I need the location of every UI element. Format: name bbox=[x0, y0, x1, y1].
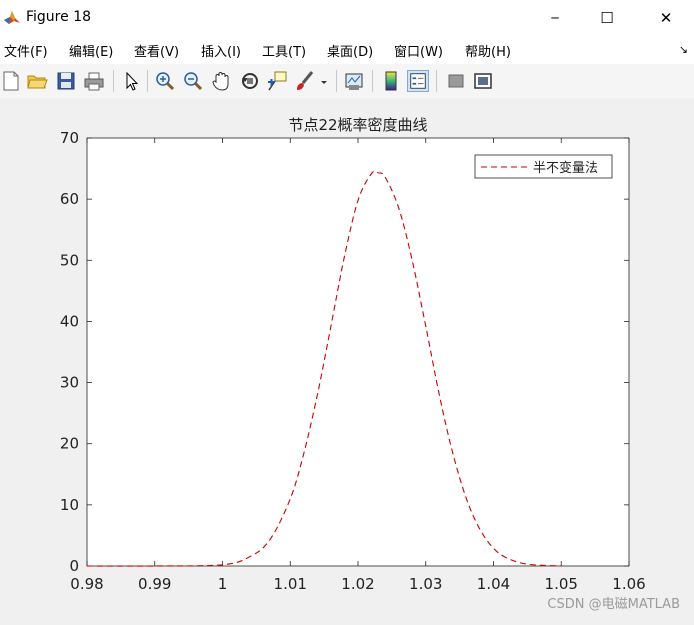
menu-edit[interactable]: 编辑(E) bbox=[69, 41, 113, 60]
close-button[interactable]: ✕ bbox=[643, 0, 689, 36]
open-file-icon[interactable] bbox=[26, 70, 48, 92]
maximize-icon: ☐ bbox=[600, 9, 614, 27]
x-tick-label: 0.98 bbox=[70, 575, 103, 593]
menu-insert[interactable]: 插入(I) bbox=[201, 41, 241, 60]
colorbar-icon[interactable] bbox=[380, 70, 402, 92]
x-tick-label: 1.02 bbox=[341, 575, 374, 593]
link-plot-icon[interactable] bbox=[343, 70, 365, 92]
y-tick-label: 0 bbox=[69, 557, 79, 575]
dock-figure-icon[interactable]: ↘ bbox=[679, 43, 688, 56]
menu-tools[interactable]: 工具(T) bbox=[262, 41, 306, 60]
watermark-text: CSDN @电磁MATLAB bbox=[547, 597, 680, 612]
menu-view[interactable]: 查看(V) bbox=[134, 41, 179, 60]
legend-icon[interactable] bbox=[407, 70, 429, 92]
zoom-out-icon[interactable] bbox=[182, 70, 204, 92]
toolbar-separator bbox=[147, 70, 148, 92]
rotate-3d-icon[interactable] bbox=[239, 70, 261, 92]
print-icon[interactable] bbox=[83, 70, 105, 92]
legend-box[interactable]: 半不变量法 bbox=[474, 154, 613, 179]
new-figure-icon[interactable] bbox=[0, 70, 22, 92]
x-tick-label: 1.01 bbox=[274, 575, 307, 593]
window-title: Figure 18 bbox=[26, 9, 92, 25]
menu-help[interactable]: 帮助(H) bbox=[465, 41, 511, 60]
pan-hand-icon[interactable] bbox=[210, 70, 232, 92]
window-titlebar: Figure 18 ─ ☐ ✕ bbox=[0, 0, 694, 36]
toolbar-separator bbox=[436, 70, 437, 92]
brush-dropdown-chevron-down-icon[interactable] bbox=[318, 70, 330, 92]
minimize-icon: ─ bbox=[551, 11, 559, 25]
x-tick-label: 1.05 bbox=[545, 575, 578, 593]
x-tick-label: 1.06 bbox=[612, 575, 645, 593]
menu-desktop[interactable]: 桌面(D) bbox=[327, 41, 373, 60]
chart-title: 节点22概率密度曲线 bbox=[288, 116, 427, 134]
close-icon: ✕ bbox=[659, 9, 673, 27]
y-tick-label: 20 bbox=[60, 435, 79, 453]
data-cursor-icon[interactable] bbox=[266, 70, 288, 92]
minimize-button[interactable]: ─ bbox=[532, 0, 578, 36]
figure-toolbar bbox=[0, 64, 694, 99]
figure-canvas: 节点22概率密度曲线 0.98 0.99 1 1.01 1.02 1.03 1.04 1.05… bbox=[0, 98, 694, 621]
menu-bar: 文件(F) 编辑(E) 查看(V) 插入(I) 工具(T) 桌面(D) 窗口(W… bbox=[0, 36, 694, 64]
y-tick-label: 70 bbox=[60, 129, 79, 147]
brush-icon[interactable] bbox=[294, 70, 316, 92]
y-tick-label: 60 bbox=[60, 190, 79, 208]
probability-density-chart[interactable]: 节点22概率密度曲线 0.98 0.99 1 1.01 1.02 1.03 1.04 1.05… bbox=[0, 98, 694, 621]
save-icon[interactable] bbox=[55, 70, 77, 92]
maximize-button[interactable]: ☐ bbox=[584, 0, 630, 36]
x-tick-label: 1 bbox=[218, 575, 228, 593]
toolbar-separator bbox=[336, 70, 337, 92]
menu-file[interactable]: 文件(F) bbox=[4, 41, 48, 60]
legend-label: 半不变量法 bbox=[533, 160, 598, 176]
hide-plot-tools-icon[interactable] bbox=[445, 70, 467, 92]
x-tick-label: 0.99 bbox=[138, 575, 171, 593]
toolbar-separator bbox=[113, 70, 114, 92]
show-plot-tools-icon[interactable] bbox=[472, 70, 494, 92]
x-tick-label: 1.03 bbox=[409, 575, 442, 593]
toolbar-separator bbox=[372, 70, 373, 92]
matlab-logo-icon bbox=[4, 11, 20, 24]
y-tick-label: 50 bbox=[60, 251, 79, 269]
edit-pointer-icon[interactable] bbox=[120, 70, 142, 92]
y-tick-label: 40 bbox=[60, 312, 79, 330]
x-tick-label: 1.04 bbox=[477, 575, 510, 593]
menu-window[interactable]: 窗口(W) bbox=[394, 41, 443, 60]
zoom-in-icon[interactable] bbox=[154, 70, 176, 92]
y-tick-label: 30 bbox=[60, 374, 79, 392]
y-tick-label: 10 bbox=[60, 496, 79, 514]
